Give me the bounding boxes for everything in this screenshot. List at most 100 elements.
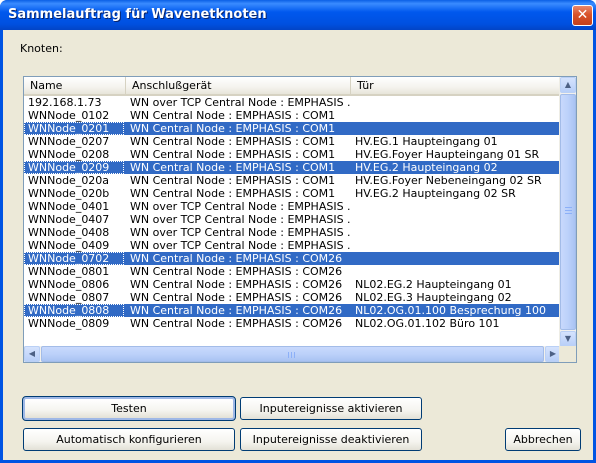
grip-line	[565, 210, 572, 211]
table-row[interactable]: WNNode_0806 WN Central Node : EMPHASIS : …	[24, 278, 561, 291]
cell-name: WNNode_0201	[24, 122, 124, 135]
cell-device: WN Central Node : EMPHASIS : COM26	[130, 252, 343, 265]
cell-door	[351, 226, 561, 239]
table-row[interactable]: WNNode_0801 WN Central Node : EMPHASIS : …	[24, 265, 561, 278]
cell-device: WN Central Node : EMPHASIS : COM1	[130, 148, 336, 161]
cell-name: WNNode_0407	[28, 213, 110, 226]
close-button[interactable]: ✕	[572, 5, 593, 26]
testen-button[interactable]: Testen	[22, 396, 236, 421]
window-title: Sammelauftrag für Wavenetknoten	[8, 7, 267, 22]
cell-door	[351, 122, 561, 135]
table-row[interactable]: WNNode_0408 WN over TCP Central Node : EM…	[24, 226, 561, 239]
cell-device: WN Central Node : EMPHASIS : COM1	[130, 122, 336, 135]
column-header-device[interactable]: Anschlußgerät	[126, 77, 351, 94]
scroll-left-button[interactable]: ◀	[24, 346, 40, 362]
table-row[interactable]: 192.168.1.73 WN over TCP Central Node : E…	[24, 96, 561, 109]
table-row[interactable]: WNNode_0201 WN Central Node : EMPHASIS : …	[24, 122, 561, 135]
scroll-up-button[interactable]: ▲	[560, 77, 576, 93]
table-row[interactable]: WNNode_0807 WN Central Node : EMPHASIS : …	[24, 291, 561, 304]
table-row[interactable]: WNNode_0702 WN Central Node : EMPHASIS : …	[24, 252, 561, 265]
horizontal-scroll-thumb[interactable]	[41, 346, 544, 362]
cell-device: WN Central Node : EMPHASIS : COM1	[130, 161, 336, 174]
list-rows: 192.168.1.73 WN over TCP Central Node : E…	[24, 96, 561, 347]
cell-name: WNNode_0209	[24, 161, 124, 174]
cell-name: WNNode_0207	[28, 135, 110, 148]
chevron-left-icon: ◀	[28, 349, 36, 358]
table-row[interactable]: WNNode_0809 WN Central Node : EMPHASIS : …	[24, 317, 561, 330]
scrollbar-corner	[559, 346, 576, 362]
cell-door	[351, 96, 561, 109]
cell-device: WN Central Node : EMPHASIS : COM26	[130, 304, 343, 317]
cell-door: NL02.OG.01.102 Büro 101	[355, 317, 500, 330]
cell-door	[351, 109, 561, 122]
grip-line	[565, 207, 572, 208]
cell-name: WNNode_0809	[28, 317, 110, 330]
cell-name: WNNode_0808	[24, 304, 124, 317]
cell-device: WN over TCP Central Node : EMPHASIS ...	[130, 239, 350, 252]
cell-door: HV.EG.2 Haupteingang 02 SR	[355, 187, 516, 200]
cell-door: NL02.EG.2 Haupteingang 01	[355, 278, 512, 291]
abbrechen-button[interactable]: Abbrechen	[505, 428, 581, 451]
grip-line	[294, 352, 295, 358]
cell-device: WN over TCP Central Node : EMPHASIS ...	[130, 96, 350, 109]
table-row[interactable]: WNNode_0209 WN Central Node : EMPHASIS : …	[24, 161, 561, 174]
table-row[interactable]: WNNode_0808 WN Central Node : EMPHASIS : …	[24, 304, 561, 317]
cell-door: NL02.OG.01.100 Besprechung 100	[355, 304, 547, 317]
cell-door	[351, 213, 561, 226]
chevron-right-icon: ▶	[549, 349, 557, 358]
cell-name: WNNode_020a	[28, 174, 110, 187]
grip-line	[291, 352, 292, 358]
cell-door: HV.EG.1 Haupteingang 01	[355, 135, 498, 148]
scroll-down-button[interactable]: ▼	[560, 331, 576, 347]
cell-name: WNNode_0409	[28, 239, 110, 252]
column-header-name[interactable]: Name	[24, 77, 126, 94]
chevron-down-icon: ▼	[564, 334, 572, 343]
cell-device: WN over TCP Central Node : EMPHASIS ...	[130, 213, 350, 226]
cell-device: WN Central Node : EMPHASIS : COM1	[130, 187, 336, 200]
cell-door: NL02.EG.3 Haupteingang 02	[355, 291, 512, 304]
cell-door: HV.EG.Foyer Nebeneingang 02 SR	[355, 174, 542, 187]
grip-line	[288, 352, 289, 358]
cell-device: WN Central Node : EMPHASIS : COM26	[130, 265, 343, 278]
inputereignisse-aktivieren-button[interactable]: Inputereignisse aktivieren	[240, 397, 422, 420]
cell-name: WNNode_020b	[28, 187, 110, 200]
cell-device: WN Central Node : EMPHASIS : COM1	[130, 174, 336, 187]
inputereignisse-deaktivieren-button[interactable]: Inputereignisse deaktivieren	[240, 428, 422, 451]
cell-name: WNNode_0807	[28, 291, 110, 304]
cell-door	[351, 252, 561, 265]
horizontal-scrollbar[interactable]: ◀ ▶	[24, 346, 561, 362]
vertical-scrollbar[interactable]: ▲ ▼	[559, 77, 576, 347]
cell-door: HV.EG.2 Haupteingang 02	[355, 161, 498, 174]
cell-device: WN Central Node : EMPHASIS : COM1	[130, 109, 336, 122]
table-row[interactable]: WNNode_020a WN Central Node : EMPHASIS : …	[24, 174, 561, 187]
grip-line	[565, 213, 572, 214]
table-row[interactable]: WNNode_0208 WN Central Node : EMPHASIS : …	[24, 148, 561, 161]
list-header: Name Anschlußgerät Tür	[24, 77, 561, 96]
table-row[interactable]: WNNode_020b WN Central Node : EMPHASIS : …	[24, 187, 561, 200]
cell-device: WN Central Node : EMPHASIS : COM26	[130, 278, 343, 291]
cell-name: WNNode_0801	[28, 265, 110, 278]
close-icon: ✕	[576, 7, 589, 23]
cell-device: WN Central Node : EMPHASIS : COM1	[130, 135, 336, 148]
table-row[interactable]: WNNode_0407 WN over TCP Central Node : EM…	[24, 213, 561, 226]
title-bar[interactable]: Sammelauftrag für Wavenetknoten ✕	[0, 0, 596, 30]
cell-device: WN Central Node : EMPHASIS : COM26	[130, 317, 343, 330]
vertical-scroll-thumb[interactable]	[560, 94, 576, 330]
table-row[interactable]: WNNode_0401 WN over TCP Central Node : EM…	[24, 200, 561, 213]
chevron-up-icon: ▲	[564, 80, 572, 89]
dialog-window: Sammelauftrag für Wavenetknoten ✕ Knoten…	[0, 0, 596, 463]
node-list[interactable]: Name Anschlußgerät Tür 192.168.1.73 WN ov…	[23, 76, 577, 363]
cell-door	[351, 239, 561, 252]
table-row[interactable]: WNNode_0207 WN Central Node : EMPHASIS : …	[24, 135, 561, 148]
dialog-body: Knoten: Name Anschlußgerät Tür 192.168.1…	[3, 30, 593, 460]
cell-name: WNNode_0702	[24, 252, 124, 265]
automatisch-konfigurieren-button[interactable]: Automatisch konfigurieren	[23, 428, 235, 451]
cell-name: WNNode_0401	[28, 200, 110, 213]
cell-device: WN over TCP Central Node : EMPHASIS ...	[130, 226, 350, 239]
column-header-door[interactable]: Tür	[351, 77, 561, 94]
table-row[interactable]: WNNode_0102 WN Central Node : EMPHASIS : …	[24, 109, 561, 122]
table-row[interactable]: WNNode_0409 WN over TCP Central Node : EM…	[24, 239, 561, 252]
cell-name: WNNode_0102	[28, 109, 110, 122]
cell-name: WNNode_0806	[28, 278, 110, 291]
cell-door: HV.EG.Foyer Haupteingang 01 SR	[355, 148, 540, 161]
